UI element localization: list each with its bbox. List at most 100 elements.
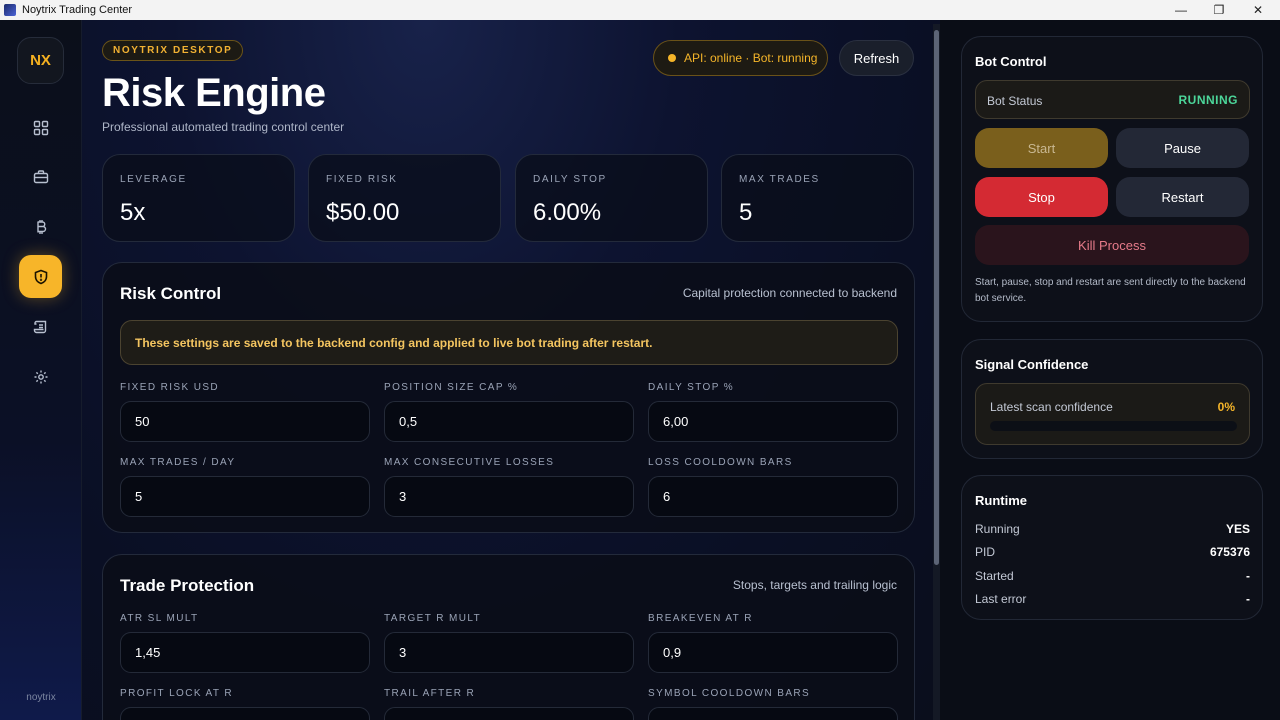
scroll-icon: [33, 320, 46, 333]
stat-value: 6.00%: [533, 199, 602, 226]
runtime-label: PID: [975, 545, 996, 559]
stat-card-max-trades: MAX TRADES 5: [721, 154, 914, 242]
main-content: NOYTRIX DESKTOP Risk Engine Professional…: [82, 20, 940, 720]
runtime-value: -: [1246, 592, 1250, 606]
signal-confidence-card: Signal Confidence Latest scan confidence…: [961, 339, 1263, 459]
pause-button[interactable]: Pause: [1116, 128, 1249, 168]
field-label: POSITION SIZE CAP %: [384, 382, 519, 393]
stat-label: MAX TRADES: [739, 174, 820, 185]
window-title: Noytrix Trading Center: [22, 4, 133, 16]
restart-button[interactable]: Restart: [1116, 177, 1249, 217]
nav-risk[interactable]: [19, 255, 62, 298]
status-dot-icon: [668, 54, 676, 62]
stat-card-fixed-risk: FIXED RISK $50.00: [308, 154, 501, 242]
close-button[interactable]: ✕: [1240, 0, 1276, 20]
loss-cooldown-bars-input[interactable]: 6: [648, 476, 898, 517]
field-label: MAX TRADES / DAY: [120, 457, 236, 468]
grid-icon: [33, 120, 48, 135]
max-consecutive-losses-input[interactable]: 3: [384, 476, 634, 517]
scrollbar-thumb[interactable]: [934, 30, 939, 565]
runtime-row-pid: PID 675376: [975, 545, 1250, 559]
kill-process-button[interactable]: Kill Process: [975, 225, 1249, 265]
field-label: DAILY STOP %: [648, 382, 735, 393]
gear-icon: [34, 370, 47, 383]
confidence-progress-bar: [990, 421, 1237, 431]
runtime-row-started: Started -: [975, 569, 1250, 583]
api-status-text: API: online · Bot: running: [684, 51, 818, 65]
fixed-risk-usd-input[interactable]: 50: [120, 401, 370, 442]
sidebar: NX noytrix: [0, 20, 82, 720]
atr-sl-mult-input[interactable]: 1,45: [120, 632, 370, 673]
page-title: Risk Engine: [102, 71, 326, 115]
runtime-title: Runtime: [975, 493, 1027, 508]
field-label: TARGET R MULT: [384, 613, 482, 624]
bot-status-box: Bot Status RUNNING: [975, 80, 1250, 119]
field-label: ATR SL MULT: [120, 613, 199, 624]
stat-value: 5: [739, 199, 753, 226]
risk-control-panel: Risk Control Capital protection connecte…: [102, 262, 915, 533]
confidence-box: Latest scan confidence 0%: [975, 383, 1250, 445]
confidence-value: 0%: [1217, 400, 1235, 414]
confidence-label: Latest scan confidence: [990, 400, 1113, 414]
runtime-row-running: Running YES: [975, 522, 1250, 536]
page-subtitle: Professional automated trading control c…: [102, 120, 345, 134]
nav-strategy[interactable]: [19, 205, 62, 248]
shield-icon: [34, 269, 47, 284]
field-label: SYMBOL COOLDOWN BARS: [648, 688, 811, 699]
config-notice: These settings are saved to the backend …: [120, 320, 898, 365]
stat-label: DAILY STOP: [533, 174, 607, 185]
symbol-cooldown-bars-input[interactable]: [648, 707, 898, 720]
stop-button[interactable]: Stop: [975, 177, 1108, 217]
runtime-row-last-error: Last error -: [975, 592, 1250, 606]
stat-value: 5x: [120, 199, 146, 226]
stat-card-daily-stop: DAILY STOP 6.00%: [515, 154, 708, 242]
field-label: LOSS COOLDOWN BARS: [648, 457, 793, 468]
runtime-label: Running: [975, 522, 1020, 536]
minimize-button[interactable]: —: [1163, 0, 1199, 20]
trail-after-r-input[interactable]: [384, 707, 634, 720]
window-titlebar: Noytrix Trading Center — ❐ ✕: [0, 0, 1280, 20]
stat-value: $50.00: [326, 199, 400, 226]
position-size-cap-input[interactable]: 0,5: [384, 401, 634, 442]
app-logo: NX: [17, 37, 64, 84]
sidebar-footer-brand: noytrix: [26, 692, 56, 703]
stat-label: LEVERAGE: [120, 174, 187, 185]
maximize-button[interactable]: ❐: [1201, 0, 1237, 20]
nav-settings[interactable]: [19, 355, 62, 398]
bot-status-label: Bot Status: [987, 94, 1043, 108]
stat-card-leverage: LEVERAGE 5x: [102, 154, 295, 242]
nav-portfolio[interactable]: [19, 155, 62, 198]
risk-control-hint: Capital protection connected to backend: [682, 286, 897, 300]
trade-protection-panel: Trade Protection Stops, targets and trai…: [102, 554, 915, 720]
bot-control-note: Start, pause, stop and restart are sent …: [975, 277, 1246, 304]
start-button[interactable]: Start: [975, 128, 1108, 168]
field-label: FIXED RISK USD: [120, 382, 220, 393]
target-r-mult-input[interactable]: 3: [384, 632, 634, 673]
trade-protection-hint: Stops, targets and trailing logic: [732, 578, 897, 592]
briefcase-icon: [33, 169, 48, 183]
bot-control-title: Bot Control: [975, 54, 1047, 69]
stat-label: FIXED RISK: [326, 174, 398, 185]
runtime-value: 675376: [1209, 545, 1250, 559]
signal-confidence-title: Signal Confidence: [975, 357, 1089, 372]
nav-dashboard[interactable]: [19, 106, 62, 149]
field-label: TRAIL AFTER R: [384, 688, 476, 699]
profit-lock-at-r-input[interactable]: [120, 707, 370, 720]
daily-stop-input[interactable]: 6,00: [648, 401, 898, 442]
risk-control-title: Risk Control: [120, 284, 222, 303]
breakeven-at-r-input[interactable]: 0,9: [648, 632, 898, 673]
field-label: MAX CONSECUTIVE LOSSES: [384, 457, 555, 468]
right-sidebar: Bot Control Bot Status RUNNING Start Pau…: [940, 20, 1280, 720]
runtime-card: Runtime Running YES PID 675376 Started -…: [961, 475, 1263, 620]
api-status-pill: API: online · Bot: running: [653, 40, 828, 76]
nav-logs[interactable]: [19, 305, 62, 348]
main-scrollbar[interactable]: [933, 24, 940, 720]
bot-status-badge: RUNNING: [1178, 93, 1238, 107]
bitcoin-icon: [36, 219, 46, 234]
field-label: PROFIT LOCK AT R: [120, 688, 233, 699]
app-badge: NOYTRIX DESKTOP: [102, 40, 244, 61]
app-icon: [4, 4, 16, 16]
refresh-button[interactable]: Refresh: [839, 40, 914, 76]
runtime-value: YES: [1225, 522, 1250, 536]
max-trades-per-day-input[interactable]: 5: [120, 476, 370, 517]
